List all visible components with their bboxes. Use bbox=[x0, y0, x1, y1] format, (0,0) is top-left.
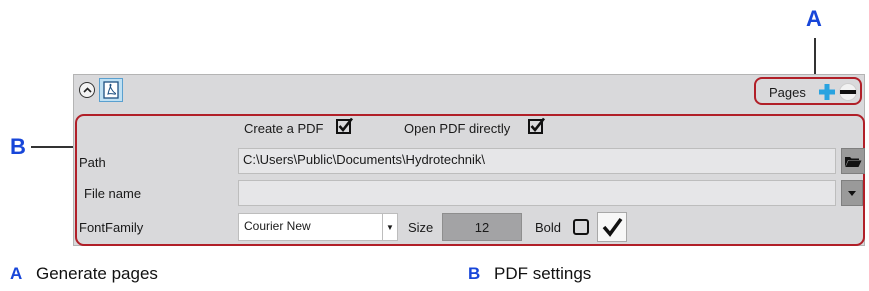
font-family-select[interactable]: Courier New ▼ bbox=[238, 213, 398, 241]
font-family-label: FontFamily bbox=[79, 220, 144, 235]
create-pdf-label: Create a PDF bbox=[244, 121, 324, 136]
legend-key-a: A bbox=[10, 264, 23, 283]
collapse-button[interactable] bbox=[79, 82, 95, 98]
folder-open-icon bbox=[845, 157, 862, 167]
path-browse-button[interactable] bbox=[841, 148, 865, 174]
plus-icon[interactable] bbox=[818, 83, 836, 101]
pages-group: Pages bbox=[754, 77, 862, 105]
confirm-button[interactable] bbox=[597, 212, 627, 242]
size-input[interactable]: 12 bbox=[442, 213, 522, 241]
bold-checkbox[interactable] bbox=[572, 218, 590, 236]
file-name-label: File name bbox=[84, 186, 142, 201]
open-pdf-label: Open PDF directly bbox=[404, 121, 511, 136]
minus-icon[interactable] bbox=[838, 83, 858, 101]
path-label: Path bbox=[79, 155, 106, 170]
size-label: Size bbox=[408, 220, 434, 235]
legend-text-b: PDF settings bbox=[494, 264, 592, 283]
pdf-tab-button[interactable] bbox=[99, 78, 123, 102]
checkmark-icon bbox=[602, 217, 623, 237]
file-name-dropdown-button[interactable] bbox=[841, 180, 863, 206]
create-pdf-checkbox[interactable] bbox=[336, 117, 354, 135]
font-family-dropdown-icon[interactable]: ▼ bbox=[382, 214, 397, 240]
pdf-icon bbox=[103, 81, 119, 99]
pages-label: Pages bbox=[769, 85, 806, 100]
callout-label-b: B bbox=[10, 134, 26, 159]
bold-label: Bold bbox=[535, 220, 562, 235]
open-pdf-checkbox[interactable] bbox=[528, 117, 546, 135]
chevron-up-icon bbox=[82, 87, 92, 93]
callout-label-a: A bbox=[806, 6, 822, 31]
legend-text-a: Generate pages bbox=[36, 264, 158, 283]
dropdown-arrow-icon bbox=[848, 190, 856, 196]
font-family-value: Courier New bbox=[244, 219, 311, 233]
path-input[interactable]: C:\Users\Public\Documents\Hydrotechnik\ bbox=[238, 148, 836, 174]
legend-key-b: B bbox=[468, 264, 481, 283]
file-name-input[interactable] bbox=[238, 180, 836, 206]
